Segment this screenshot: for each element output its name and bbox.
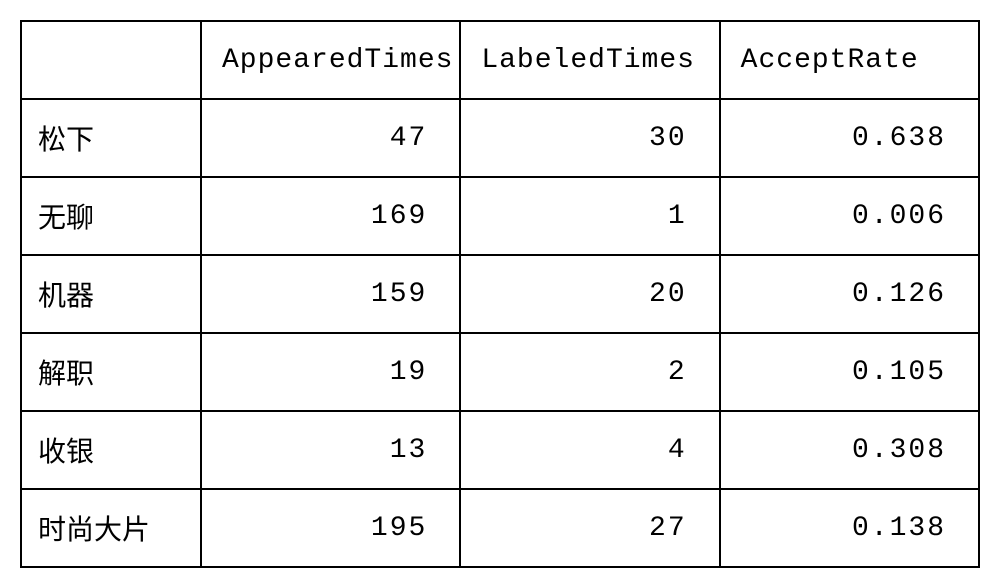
row-rate: 0.138 (720, 489, 979, 567)
row-appeared: 195 (201, 489, 460, 567)
row-appeared: 47 (201, 99, 460, 177)
table-row: 时尚大片 195 27 0.138 (21, 489, 979, 567)
row-rate: 0.308 (720, 411, 979, 489)
header-labeled: LabeledTimes (460, 21, 719, 99)
table-row: 机器 159 20 0.126 (21, 255, 979, 333)
table-row: 解职 19 2 0.105 (21, 333, 979, 411)
row-labeled: 27 (460, 489, 719, 567)
row-rate: 0.006 (720, 177, 979, 255)
table-row: 收银 13 4 0.308 (21, 411, 979, 489)
row-name: 时尚大片 (21, 489, 201, 567)
table-row: 无聊 169 1 0.006 (21, 177, 979, 255)
row-name: 收银 (21, 411, 201, 489)
row-appeared: 169 (201, 177, 460, 255)
row-rate: 0.126 (720, 255, 979, 333)
header-appeared: AppearedTimes (201, 21, 460, 99)
row-name: 松下 (21, 99, 201, 177)
row-appeared: 19 (201, 333, 460, 411)
row-name: 无聊 (21, 177, 201, 255)
row-labeled: 20 (460, 255, 719, 333)
header-empty (21, 21, 201, 99)
header-rate: AcceptRate (720, 21, 979, 99)
row-labeled: 1 (460, 177, 719, 255)
row-appeared: 159 (201, 255, 460, 333)
row-name: 解职 (21, 333, 201, 411)
row-labeled: 4 (460, 411, 719, 489)
row-name: 机器 (21, 255, 201, 333)
table-header-row: AppearedTimes LabeledTimes AcceptRate (21, 21, 979, 99)
row-labeled: 2 (460, 333, 719, 411)
data-table: AppearedTimes LabeledTimes AcceptRate 松下… (20, 20, 980, 568)
row-appeared: 13 (201, 411, 460, 489)
row-rate: 0.105 (720, 333, 979, 411)
row-labeled: 30 (460, 99, 719, 177)
table-row: 松下 47 30 0.638 (21, 99, 979, 177)
row-rate: 0.638 (720, 99, 979, 177)
